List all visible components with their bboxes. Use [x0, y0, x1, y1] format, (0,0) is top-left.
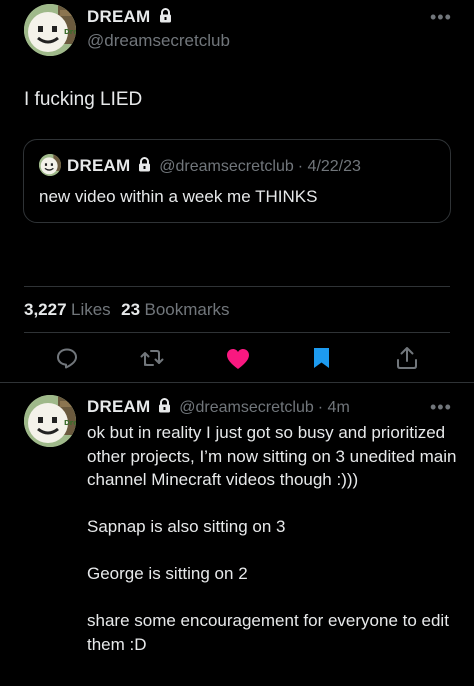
bookmark-icon[interactable]	[313, 347, 330, 369]
author-name[interactable]: DREAM	[87, 7, 150, 26]
svg-text:Dream: Dream	[64, 419, 76, 427]
tweet-text: I fucking LIED	[24, 89, 143, 110]
reply-author-handle[interactable]: @dreamsecretclub	[179, 399, 314, 416]
author-handle[interactable]: @dreamsecretclub	[87, 31, 230, 51]
more-options-icon[interactable]: •••	[430, 398, 452, 416]
reply-paragraph: Sapnap is also sitting on 3	[87, 517, 286, 536]
likes-label: Likes	[71, 300, 111, 319]
author-avatar[interactable]: Dream	[24, 4, 76, 56]
lock-icon	[159, 7, 172, 28]
quoted-tweet-card[interactable]: DREAM @dreamsecretclub · 4/22/23 new vide…	[23, 139, 451, 223]
engagement-stats: 3,227 Likes 23 Bookmarks	[24, 300, 230, 320]
dream-mask-avatar-image: Dream	[24, 4, 76, 56]
likes-stat[interactable]: 3,227 Likes	[24, 300, 115, 319]
heart-icon[interactable]	[226, 348, 250, 370]
reply-time: · 4m	[317, 399, 350, 416]
reply-tweet-text: ok but in reality I just got so busy and…	[87, 421, 459, 656]
reply-author-name[interactable]: DREAM	[87, 397, 150, 416]
more-options-icon[interactable]: •••	[430, 8, 452, 26]
likes-count: 3,227	[24, 300, 67, 319]
reply-paragraph: George is sitting on 2	[87, 564, 248, 583]
dream-mask-avatar-image: Dream	[24, 395, 76, 447]
reply-paragraph: ok but in reality I just got so busy and…	[87, 423, 457, 489]
lock-icon	[158, 397, 171, 418]
quoted-tweet-text: new video within a week me THINKS	[39, 187, 318, 206]
divider	[24, 332, 450, 333]
quoted-author-name: DREAM	[67, 156, 131, 175]
retweet-icon[interactable]	[140, 348, 164, 368]
reply-icon[interactable]	[56, 347, 78, 369]
share-icon[interactable]	[396, 346, 418, 370]
quoted-author-avatar	[39, 154, 61, 176]
divider	[24, 286, 450, 287]
quoted-author-handle: @dreamsecretclub	[159, 158, 294, 175]
reply-author-avatar[interactable]: Dream	[24, 395, 76, 447]
lock-icon	[138, 156, 151, 177]
bookmarks-label: Bookmarks	[144, 300, 230, 319]
bookmarks-count: 23	[121, 300, 141, 319]
quoted-date: · 4/22/23	[297, 158, 361, 175]
divider	[0, 382, 474, 383]
svg-text:Dream: Dream	[64, 28, 76, 36]
reply-paragraph: share some encouragement for everyone to…	[87, 611, 449, 654]
bookmarks-stat[interactable]: 23 Bookmarks	[121, 300, 230, 319]
